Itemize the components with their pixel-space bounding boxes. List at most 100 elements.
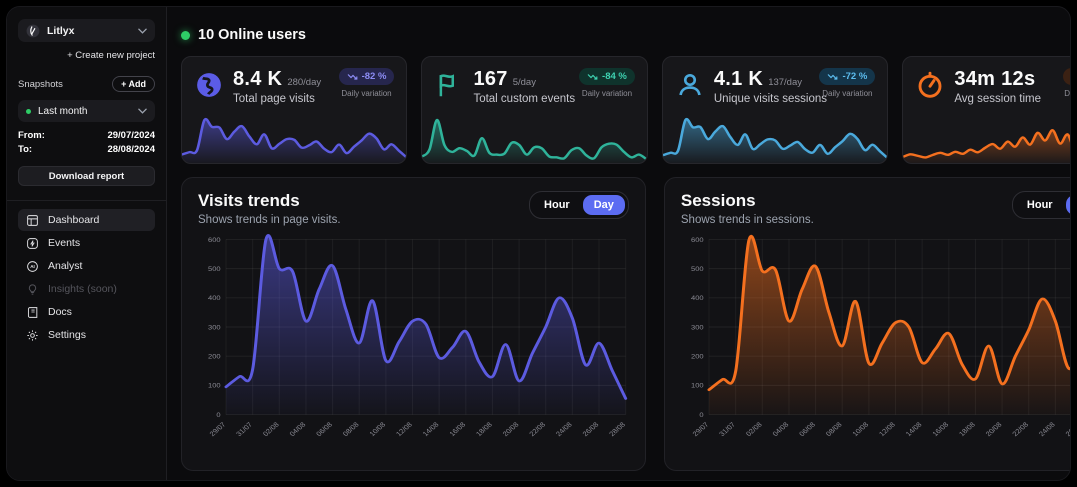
svg-text:18/08: 18/08 — [475, 421, 494, 438]
svg-text:26/08: 26/08 — [581, 421, 600, 438]
sidebar-item-dashboard[interactable]: Dashboard — [18, 209, 155, 231]
add-snapshot-button[interactable]: + Add — [112, 76, 155, 92]
stat-title: Total page visits — [233, 93, 321, 105]
daily-variation-label: Daily variation — [341, 89, 391, 98]
daily-variation-badge: -82 % — [339, 68, 395, 85]
from-label: From: — [18, 129, 45, 142]
sidebar-item-events[interactable]: Events — [18, 232, 155, 254]
svg-text:12/08: 12/08 — [878, 421, 897, 438]
svg-text:0: 0 — [699, 411, 703, 418]
sidebar: Litlyx + Create new project Snapshots + … — [7, 7, 167, 480]
stat-card-custom-events: 167 5/day Total custom events -84 % Dail… — [421, 56, 647, 164]
stat-value: 8.4 K — [233, 68, 282, 91]
docs-icon — [26, 306, 39, 319]
create-new-project-link[interactable]: + Create new project — [18, 50, 155, 61]
app-window: Litlyx + Create new project Snapshots + … — [6, 6, 1071, 481]
daily-variation-badge: -72 % — [819, 68, 875, 85]
stat-card-unique-sessions: 4.1 K 137/day Unique visits sessions -72… — [662, 56, 888, 164]
sidebar-item-label: Insights (soon) — [48, 283, 117, 295]
svg-text:04/08: 04/08 — [288, 421, 307, 438]
daily-variation-label: Daily variation — [582, 89, 632, 98]
from-value: 29/07/2024 — [107, 129, 155, 142]
svg-text:22/08: 22/08 — [1011, 421, 1030, 438]
dashboard-icon — [26, 214, 39, 227]
day-toggle-button[interactable]: Day — [583, 195, 625, 215]
svg-text:16/08: 16/08 — [931, 421, 950, 438]
daily-variation-badge: -84 % — [579, 68, 635, 85]
svg-text:28/08: 28/08 — [608, 421, 627, 438]
sidebar-item-label: Analyst — [48, 260, 82, 272]
sidebar-item-settings[interactable]: Settings — [18, 324, 155, 346]
to-value: 28/08/2024 — [107, 143, 155, 156]
sidebar-divider — [7, 200, 166, 201]
sidebar-item-insights[interactable]: Insights (soon) — [18, 278, 155, 300]
sidebar-item-label: Settings — [48, 329, 86, 341]
chevron-down-icon — [138, 108, 147, 114]
svg-text:14/08: 14/08 — [421, 421, 440, 438]
stat-value: 167 — [473, 68, 507, 91]
events-icon — [26, 237, 39, 250]
svg-text:02/08: 02/08 — [261, 421, 280, 438]
day-toggle-button[interactable]: Day — [1066, 195, 1071, 215]
chart-subtitle: Shows trends in page visits. — [198, 214, 341, 226]
svg-text:200: 200 — [208, 353, 221, 360]
sidebar-item-analyst[interactable]: AI Analyst — [18, 255, 155, 277]
svg-text:14/08: 14/08 — [904, 421, 923, 438]
svg-text:16/08: 16/08 — [448, 421, 467, 438]
svg-text:400: 400 — [691, 295, 704, 302]
svg-text:600: 600 — [208, 236, 221, 243]
svg-text:06/08: 06/08 — [315, 421, 334, 438]
svg-text:300: 300 — [691, 324, 704, 331]
trend-down-icon — [347, 73, 358, 81]
user-icon — [675, 70, 705, 100]
visits-trends-card: Visits trends Shows trends in page visit… — [181, 177, 646, 471]
svg-text:22/08: 22/08 — [528, 421, 547, 438]
globe-icon — [194, 70, 224, 100]
project-name: Litlyx — [47, 25, 131, 37]
snapshot-selector[interactable]: Last month — [18, 100, 155, 122]
stat-value: 4.1 K — [714, 68, 763, 91]
unique-sessions-sparkline — [663, 111, 887, 163]
page-visits-sparkline — [182, 111, 406, 163]
svg-text:31/07: 31/07 — [235, 421, 254, 438]
svg-text:AI: AI — [30, 264, 35, 269]
date-from-row: From: 29/07/2024 — [18, 129, 155, 142]
svg-text:400: 400 — [208, 295, 221, 302]
main-content: 10 Online users 8.4 K 280/day Total page… — [167, 7, 1071, 480]
stat-cards-row: 8.4 K 280/day Total page visits -82 % Da… — [181, 56, 1071, 164]
svg-text:100: 100 — [208, 382, 221, 389]
snapshot-selected-label: Last month — [38, 106, 131, 117]
svg-text:12/08: 12/08 — [395, 421, 414, 438]
hour-toggle-button[interactable]: Hour — [533, 195, 581, 215]
svg-text:26/08: 26/08 — [1064, 421, 1071, 438]
hour-day-toggle: Hour Day — [1012, 191, 1071, 219]
svg-text:600: 600 — [691, 236, 704, 243]
daily-variation-label: Daily variation — [1064, 89, 1071, 98]
svg-text:20/08: 20/08 — [984, 421, 1003, 438]
visits-trends-chart: 010020030040050060029/0731/0702/0804/080… — [198, 230, 629, 456]
analyst-icon: AI — [26, 260, 39, 273]
svg-text:10/08: 10/08 — [368, 421, 387, 438]
litlyx-logo-icon — [26, 24, 40, 38]
svg-text:500: 500 — [208, 265, 221, 272]
date-to-row: To: 28/08/2024 — [18, 143, 155, 156]
chart-title: Visits trends — [198, 191, 341, 211]
trend-down-icon — [587, 73, 598, 81]
sessions-card: Sessions Shows trends in sessions. Hour … — [664, 177, 1071, 471]
hour-toggle-button[interactable]: Hour — [1016, 195, 1064, 215]
svg-text:18/08: 18/08 — [957, 421, 976, 438]
trend-down-icon — [827, 73, 838, 81]
svg-text:100: 100 — [691, 382, 704, 389]
daily-variation-label: Daily variation — [822, 89, 872, 98]
stat-per-day: 280/day — [287, 77, 321, 88]
svg-text:500: 500 — [691, 265, 704, 272]
svg-text:08/08: 08/08 — [341, 421, 360, 438]
sidebar-item-docs[interactable]: Docs — [18, 301, 155, 323]
sidebar-item-label: Dashboard — [48, 214, 99, 226]
svg-text:29/07: 29/07 — [691, 421, 710, 438]
svg-text:24/08: 24/08 — [555, 421, 574, 438]
daily-variation-badge: 74 % — [1063, 68, 1071, 85]
project-selector[interactable]: Litlyx — [18, 19, 155, 42]
download-report-button[interactable]: Download report — [18, 166, 155, 186]
svg-text:04/08: 04/08 — [771, 421, 790, 438]
